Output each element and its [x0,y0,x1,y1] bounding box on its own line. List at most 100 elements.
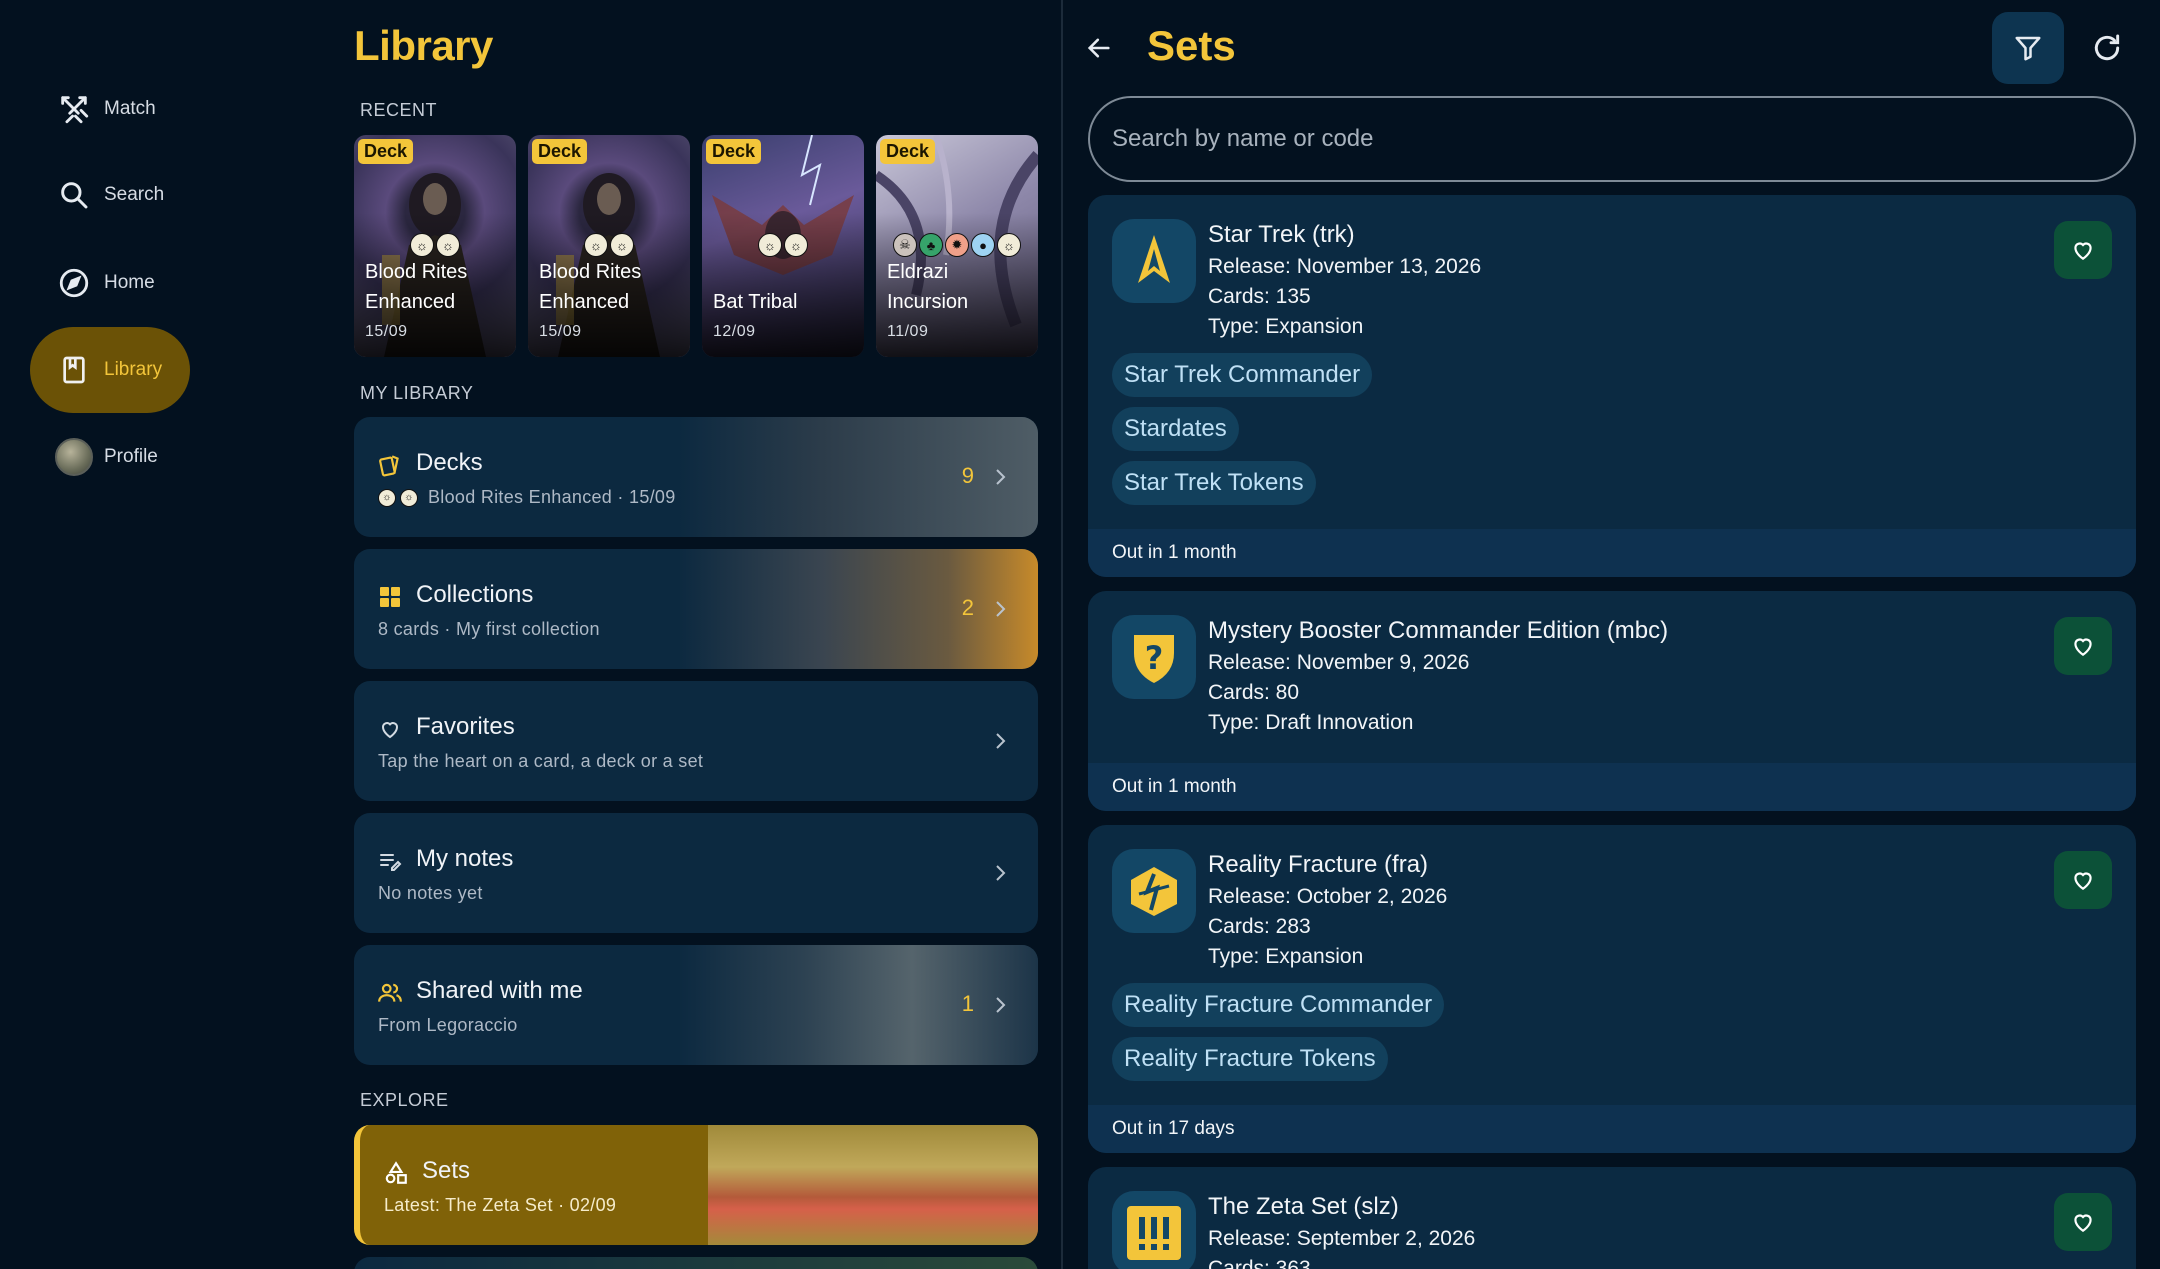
related-set-chip[interactable]: Star Trek Tokens [1112,461,1316,505]
set-release: Release: November 9, 2026 [1208,651,1470,674]
library-tile-favorites[interactable]: Favorites Tap the heart on a card, a dec… [354,681,1038,801]
swords-icon [54,89,94,129]
nav-item-match[interactable]: Match [30,66,190,152]
recent-deck-card[interactable]: Deck ☼ ☼ Bat Tribal 12/09 [702,135,864,357]
nav-item-label: Search [104,184,165,205]
favorite-button[interactable] [2054,221,2112,279]
set-release: Release: September 2, 2026 [1208,1227,1476,1250]
filter-icon [2015,36,2041,61]
tile-title: Collections [416,581,534,608]
white-mana-icon: ☼ [378,488,396,507]
library-panel: Library RECENT Deck ☼ ☼ Blood Rites Enha… [354,0,1038,1269]
tile-title: Shared with me [416,977,583,1004]
zeta-set-icon [1112,1191,1196,1269]
related-set-chip[interactable]: Reality Fracture Tokens [1112,1037,1388,1081]
tile-title: My notes [416,845,514,872]
set-card[interactable]: Reality Fracture (fra) Release: October … [1088,825,2136,1153]
tile-subtitle: ☼ ☼ Blood Rites Enhanced · 15/09 [378,487,676,508]
tile-subtitle: Tap the heart on a card, a deck or a set [378,751,704,771]
sets-panel: Sets Search by name or code Star Trek (t… [1063,0,2160,1269]
nav-item-library[interactable]: Library [30,327,190,413]
recent-deck-card[interactable]: Deck ☼ ☼ Blood Rites Enhanced 15/09 [354,135,516,357]
deck-badge: Deck [358,139,414,164]
set-title: The Zeta Set (slz) [1208,1193,1399,1220]
related-set-chip[interactable]: Reality Fracture Commander [1112,983,1445,1027]
set-card[interactable]: ? Mystery Booster Commander Edition (mbc… [1088,591,2136,811]
set-cards: Cards: 80 [1208,681,1300,704]
library-tile-collections[interactable]: Collections 8 cards · My first collectio… [354,549,1038,669]
avatar-wrapper [54,437,94,477]
set-release-countdown: Out in 1 month [1088,763,2136,811]
refresh-icon[interactable] [2087,28,2127,68]
tile-subtitle: 8 cards · My first collection [378,619,600,639]
white-mana-icon: ☼ [610,233,634,257]
blue-mana-icon: ● [971,233,995,257]
avatar [55,438,93,476]
tile-title: Sets [422,1157,471,1184]
deck-date: 15/09 [365,323,408,340]
sets-title: Sets [1147,22,1236,69]
reality-fracture-set-icon [1112,849,1196,933]
tile-count: 2 [961,595,974,620]
library-tile-next[interactable] [354,1257,1038,1269]
filter-button[interactable] [1992,12,2064,84]
set-card[interactable]: The Zeta Set (slz) Release: September 2,… [1088,1167,2136,1269]
white-mana-icon: ☼ [758,233,782,257]
library-tile-sets[interactable]: Sets Latest: The Zeta Set · 02/09 [354,1125,1038,1245]
section-label-explore: EXPLORE [360,1090,449,1110]
white-mana-icon: ☼ [400,488,418,507]
back-arrow-icon[interactable] [1079,28,1119,68]
favorite-button[interactable] [2054,617,2112,675]
white-mana-icon: ☼ [784,233,808,257]
tile-title: Favorites [416,713,515,740]
related-set-chip[interactable]: Star Trek Commander [1112,353,1373,397]
deck-badge: Deck [532,139,588,164]
mana-symbols: ☠ ♣ ✹ ● ☼ [876,233,1038,257]
set-release-countdown: Out in 17 days [1088,1105,2136,1153]
tile-title: Decks [416,449,483,476]
nav-item-label: Profile [104,446,158,467]
people-icon [376,979,404,1007]
svg-text:?: ? [1145,639,1164,677]
white-mana-icon: ☼ [997,233,1021,257]
set-type: Type: Draft Innovation [1208,711,1414,734]
deck-name: Bat Tribal [713,291,798,313]
section-label-recent: RECENT [360,100,438,120]
heart-icon [2074,638,2092,656]
set-card[interactable]: Star Trek (trk) Release: November 13, 20… [1088,195,2136,577]
mana-symbols: ☼ ☼ [702,233,864,257]
set-release: Release: November 13, 2026 [1208,255,1482,278]
white-mana-icon: ☼ [410,233,434,257]
set-title: Star Trek (trk) [1208,221,1355,248]
library-tile-notes[interactable]: My notes No notes yet [354,813,1038,933]
search-input[interactable]: Search by name or code [1088,96,2136,182]
library-tile-shared[interactable]: Shared with me From Legoraccio 1 [354,945,1038,1065]
tile-subtitle: From Legoraccio [378,1015,518,1035]
recent-decks-row: Deck ☼ ☼ Blood Rites Enhanced 15/09 Deck… [354,135,1038,357]
nav-item-label: Library [104,359,163,380]
deck-date: 15/09 [539,323,582,340]
white-mana-icon: ☼ [584,233,608,257]
recent-deck-card[interactable]: Deck ☼ ☼ Blood Rites Enhanced 15/09 [528,135,690,357]
library-tile-decks[interactable]: Decks ☼ ☼ Blood Rites Enhanced · 15/09 9 [354,417,1038,537]
heart-icon [376,715,404,743]
set-type: Type: Expansion [1208,945,1364,968]
deck-date: 12/09 [713,323,756,340]
nav-item-search[interactable]: Search [30,152,190,238]
mana-symbols: ☼ ☼ [354,233,516,257]
recent-deck-card[interactable]: Deck ☠ ♣ ✹ ● ☼ Eldrazi Incursion 11/09 [876,135,1038,357]
nav-item-home[interactable]: Home [30,240,190,326]
compass-icon [54,263,94,303]
nav-item-profile[interactable]: Profile [30,414,190,500]
section-label-my-library: MY LIBRARY [360,383,474,403]
deck-badge: Deck [880,139,936,164]
search-placeholder: Search by name or code [1112,125,1374,152]
heart-icon [2074,872,2092,890]
set-title: Mystery Booster Commander Edition (mbc) [1208,617,1669,644]
deck-name: Blood Rites Enhanced [539,261,642,313]
favorite-button[interactable] [2054,1193,2112,1251]
set-type: Type: Expansion [1208,315,1364,338]
related-set-chip[interactable]: Stardates [1112,407,1239,451]
white-mana-icon: ☼ [436,233,460,257]
favorite-button[interactable] [2054,851,2112,909]
